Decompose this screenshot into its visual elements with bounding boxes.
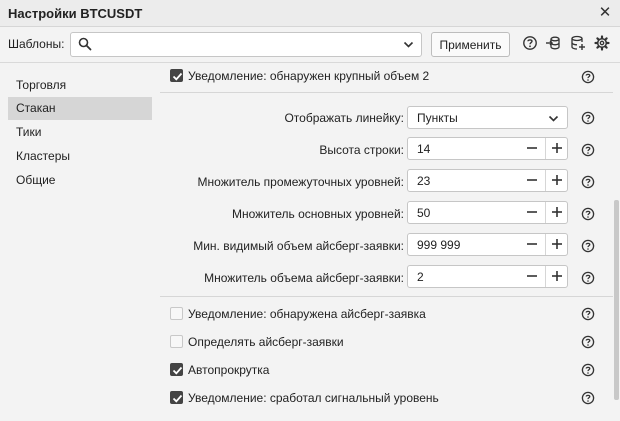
sidebar-item-trading[interactable]: Торговля <box>8 74 152 97</box>
sidebar-item-orderbook[interactable]: Стакан <box>8 97 152 120</box>
checkbox-label: Автопрокрутка <box>188 363 270 377</box>
sidebar-item-general[interactable]: Общие <box>8 169 152 192</box>
iceberg-volume-multiplier-label: Множитель объема айсберг-заявки: <box>204 271 404 285</box>
plus-icon[interactable] <box>545 202 567 223</box>
plus-icon[interactable] <box>545 234 567 255</box>
minus-icon[interactable] <box>521 170 543 191</box>
help-icon[interactable] <box>581 271 595 285</box>
window-title: Настройки BTCUSDT <box>8 6 143 21</box>
help-icon[interactable] <box>581 143 595 157</box>
iceberg-min-volume-stepper[interactable]: 999 999 <box>407 233 568 256</box>
checkbox-label: Определять айсберг-заявки <box>188 335 344 349</box>
help-icon[interactable] <box>581 391 595 405</box>
minus-icon[interactable] <box>521 266 543 287</box>
scrollbar[interactable] <box>614 200 619 400</box>
main-levels-label: Множитель основных уровней: <box>232 207 404 221</box>
iceberg-volume-multiplier-stepper[interactable]: 2 <box>407 265 568 288</box>
checkbox-iceberg-notification[interactable]: Уведомление: обнаружена айсберг-заявка <box>170 305 550 323</box>
checkbox-large-volume-2[interactable]: Уведомление: обнаружен крупный объем 2 <box>170 67 550 85</box>
settings-content: Уведомление: обнаружен крупный объем 2 О… <box>160 64 620 421</box>
help-icon[interactable] <box>581 307 595 321</box>
database-icon[interactable] <box>570 35 588 53</box>
intermediate-levels-label: Множитель промежуточных уровней: <box>197 175 404 189</box>
row-height-stepper[interactable]: 14 <box>407 137 568 160</box>
search-icon <box>78 37 92 54</box>
sidebar-item-clusters[interactable]: Кластеры <box>8 145 152 168</box>
row-height-label: Высота строки: <box>319 143 404 157</box>
iceberg-volume-multiplier-value[interactable]: 2 <box>417 270 424 284</box>
help-icon[interactable] <box>581 175 595 189</box>
chevron-down-icon[interactable] <box>403 39 414 53</box>
checkbox-label: Уведомление: сработал сигнальный уровень <box>188 391 439 405</box>
plus-icon[interactable] <box>545 138 567 159</box>
help-icon[interactable] <box>581 111 595 125</box>
settings-sidebar: Торговля Стакан Тики Кластеры Общие <box>0 64 160 421</box>
checkbox-label: Уведомление: обнаружена айсберг-заявка <box>188 307 426 321</box>
ruler-select-value: Пункты <box>417 111 458 125</box>
minus-icon[interactable] <box>521 234 543 255</box>
divider <box>160 92 613 93</box>
gear-icon[interactable] <box>594 35 612 53</box>
checkbox-autoscroll[interactable]: Автопрокрутка <box>170 361 550 379</box>
checkbox-checked[interactable] <box>170 391 183 404</box>
ruler-select[interactable]: Пункты <box>407 106 568 129</box>
ruler-label: Отображать линейку: <box>284 111 404 125</box>
checkbox-signal-level[interactable]: Уведомление: сработал сигнальный уровень <box>170 389 550 407</box>
templates-bar: Шаблоны: Применить <box>0 27 620 63</box>
minus-icon[interactable] <box>521 138 543 159</box>
apply-button[interactable]: Применить <box>431 32 510 57</box>
main-levels-stepper[interactable]: 50 <box>407 201 568 224</box>
chevron-down-icon <box>548 113 559 127</box>
templates-combobox[interactable] <box>70 32 422 57</box>
intermediate-levels-stepper[interactable]: 23 <box>407 169 568 192</box>
import-icon[interactable] <box>545 35 563 53</box>
intermediate-levels-value[interactable]: 23 <box>417 174 430 188</box>
help-icon[interactable] <box>581 70 595 84</box>
help-icon[interactable] <box>581 363 595 377</box>
checkbox-checked[interactable] <box>170 69 183 82</box>
row-height-value[interactable]: 14 <box>417 142 430 156</box>
checkbox-detect-icebergs[interactable]: Определять айсберг-заявки <box>170 333 550 351</box>
divider <box>160 296 613 297</box>
minus-icon[interactable] <box>521 202 543 223</box>
sidebar-item-ticks[interactable]: Тики <box>8 121 152 144</box>
plus-icon[interactable] <box>545 170 567 191</box>
close-icon[interactable]: ✕ <box>596 3 614 23</box>
checkbox-unchecked[interactable] <box>170 307 183 320</box>
checkbox-label: Уведомление: обнаружен крупный объем 2 <box>188 69 430 83</box>
iceberg-min-volume-value[interactable]: 999 999 <box>417 238 460 252</box>
help-icon[interactable] <box>581 207 595 221</box>
plus-icon[interactable] <box>545 266 567 287</box>
checkbox-checked[interactable] <box>170 363 183 376</box>
iceberg-min-volume-label: Мин. видимый объем айсберг-заявки: <box>193 239 404 253</box>
help-icon[interactable] <box>581 239 595 253</box>
main-levels-value[interactable]: 50 <box>417 206 430 220</box>
templates-label: Шаблоны: <box>8 37 65 51</box>
help-icon[interactable] <box>581 335 595 349</box>
checkbox-unchecked[interactable] <box>170 335 183 348</box>
title-bar: Настройки BTCUSDT ✕ <box>0 0 620 27</box>
help-icon[interactable] <box>522 35 540 53</box>
